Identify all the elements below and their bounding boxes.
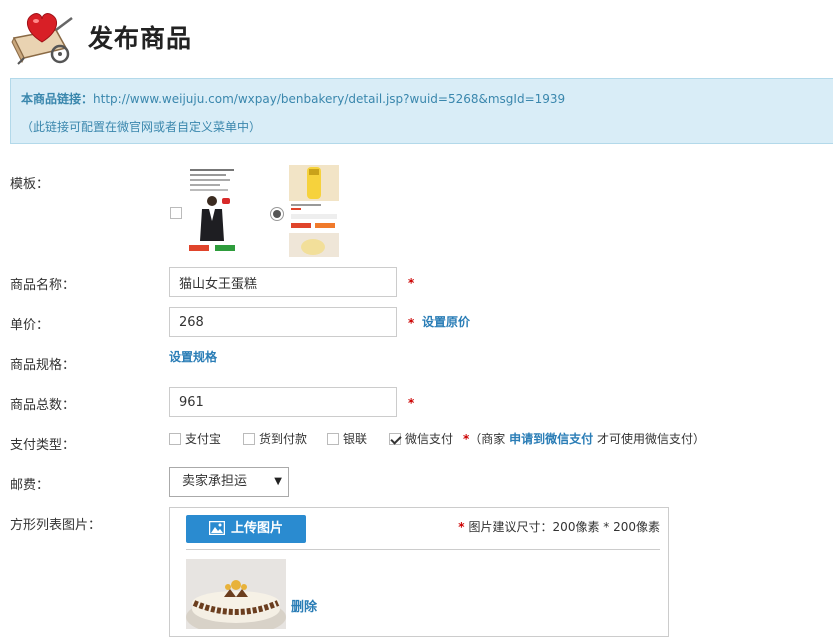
stock-label: 商品总数：	[10, 398, 76, 413]
image-upload-panel: 上传图片 * 图片建议尺寸：200像素 * 200像素 删除	[169, 507, 669, 637]
payment-type-label: 支付类型：	[10, 438, 76, 453]
upload-hint-text: 图片建议尺寸：200像素 * 200像素	[468, 520, 660, 534]
required-mark: *	[408, 316, 415, 330]
heart-cart-icon	[8, 8, 74, 66]
price-input[interactable]	[169, 307, 397, 337]
price-label: 单价：	[10, 318, 50, 333]
product-link-url[interactable]: http://www.weijuju.com/wxpay/benbakery/d…	[93, 92, 565, 106]
payment-note: *（商家 申请到微信支付 才可使用微信支付）	[463, 430, 705, 447]
payment-option-alipay[interactable]: 支付宝	[169, 430, 221, 447]
apply-wechat-pay-link[interactable]: 申请到微信支付	[509, 432, 593, 446]
product-link-line: 本商品链接：http://www.weijuju.com/wxpay/benba…	[21, 90, 565, 107]
page-title: 发布商品	[88, 24, 193, 53]
delete-image-link[interactable]: 删除	[291, 596, 317, 615]
product-link-infobox: 本商品链接：http://www.weijuju.com/wxpay/benba…	[10, 78, 833, 144]
payment-option-cod[interactable]: 货到付款	[243, 430, 307, 447]
upload-button-label: 上传图片	[230, 521, 283, 536]
uploaded-image-thumbnail	[186, 559, 286, 629]
payment-option-label: 微信支付	[405, 432, 454, 446]
product-link-note: （此链接可配置在微官网或者自定义菜单中）	[21, 120, 262, 134]
shipping-label: 邮费：	[10, 478, 50, 493]
product-name-input[interactable]	[169, 267, 397, 297]
template-2-radio[interactable]	[270, 207, 284, 221]
payment-option-unionpay[interactable]: 银联	[327, 430, 367, 447]
template-1-thumbnail[interactable]	[186, 165, 238, 257]
payment-option-wechat[interactable]: 微信支付	[389, 430, 453, 447]
payment-option-label: 支付宝	[185, 432, 222, 446]
stock-input[interactable]	[169, 387, 397, 417]
required-mark: *	[408, 276, 415, 290]
payment-note-prefix: （商家	[469, 432, 506, 446]
payment-option-label: 货到付款	[259, 432, 308, 446]
square-image-label: 方形列表图片：	[10, 518, 102, 533]
divider	[186, 549, 660, 550]
product-name-label: 商品名称：	[10, 278, 76, 293]
payment-note-suffix: 才可使用微信支付）	[596, 432, 705, 446]
picture-icon	[208, 518, 226, 546]
template-1-checkbox[interactable]	[170, 207, 182, 219]
template-label: 模板：	[10, 177, 50, 192]
wechat-pay-checkbox[interactable]	[389, 433, 401, 445]
shipping-select[interactable]: 卖家承担运 ▼	[169, 467, 289, 497]
dropdown-arrow-icon: ▼	[274, 476, 282, 487]
set-spec-link[interactable]: 设置规格	[169, 348, 217, 365]
spec-label: 商品规格：	[10, 358, 76, 373]
unionpay-checkbox[interactable]	[327, 433, 339, 445]
upload-image-button[interactable]: 上传图片	[186, 515, 306, 543]
template-2-thumbnail[interactable]	[289, 165, 339, 257]
shipping-select-value: 卖家承担运	[182, 474, 248, 489]
required-mark: *	[458, 520, 465, 534]
alipay-checkbox[interactable]	[169, 433, 181, 445]
product-link-label: 本商品链接：	[21, 92, 94, 106]
upload-size-hint: * 图片建议尺寸：200像素 * 200像素	[458, 518, 660, 535]
cod-checkbox[interactable]	[243, 433, 255, 445]
page-header: 发布商品	[0, 0, 833, 78]
required-mark: *	[408, 396, 415, 410]
set-original-price-link[interactable]: 设置原价	[422, 313, 470, 330]
payment-option-label: 银联	[343, 432, 368, 446]
